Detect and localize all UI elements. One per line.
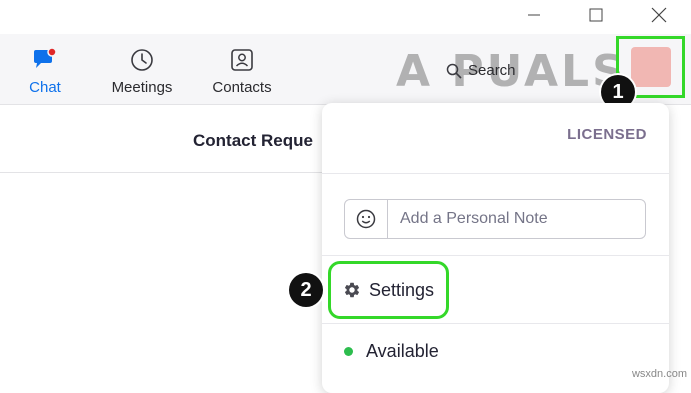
maximize-icon <box>589 8 603 22</box>
close-button[interactable] <box>636 0 682 30</box>
close-icon <box>651 7 667 23</box>
divider <box>0 172 330 173</box>
minimize-button[interactable] <box>511 0 557 30</box>
page-title: Contact Reque <box>193 131 313 150</box>
profile-menu: LICENSED Settings Available <box>322 103 669 393</box>
tab-chat[interactable]: Chat <box>24 48 66 100</box>
title-bar <box>0 0 691 34</box>
tab-chat-label: Chat <box>29 79 61 96</box>
personal-note-field[interactable] <box>344 199 646 239</box>
maximize-button[interactable] <box>573 0 619 30</box>
settings-label: Settings <box>369 279 435 300</box>
emoji-button[interactable] <box>345 200 388 238</box>
tab-meetings-label: Meetings <box>111 79 173 96</box>
search-label: Search <box>468 62 516 79</box>
status-dot <box>344 347 353 356</box>
tab-contacts-label: Contacts <box>212 79 272 96</box>
tab-contacts[interactable]: Contacts <box>208 48 276 100</box>
settings-menu-item[interactable]: Settings <box>328 261 449 319</box>
search-button[interactable]: Search <box>446 62 516 79</box>
chat-icon <box>34 48 57 68</box>
license-badge: LICENSED <box>567 126 647 143</box>
step-badge-2: 2 <box>289 273 323 307</box>
gear-icon <box>344 282 360 298</box>
menu-divider <box>322 255 669 256</box>
personal-note-input[interactable] <box>398 209 642 229</box>
contacts-icon <box>231 49 253 71</box>
clock-icon <box>131 49 153 71</box>
credit-text: wsxdn.com <box>631 368 687 380</box>
search-icon <box>446 63 462 79</box>
menu-divider <box>322 323 669 324</box>
status-available-item[interactable]: Available <box>344 341 439 362</box>
tab-meetings[interactable]: Meetings <box>106 48 178 100</box>
smiley-icon <box>356 209 376 229</box>
status-label: Available <box>366 341 439 361</box>
avatar <box>630 47 671 87</box>
menu-divider <box>322 173 669 174</box>
minimize-icon <box>528 14 540 16</box>
